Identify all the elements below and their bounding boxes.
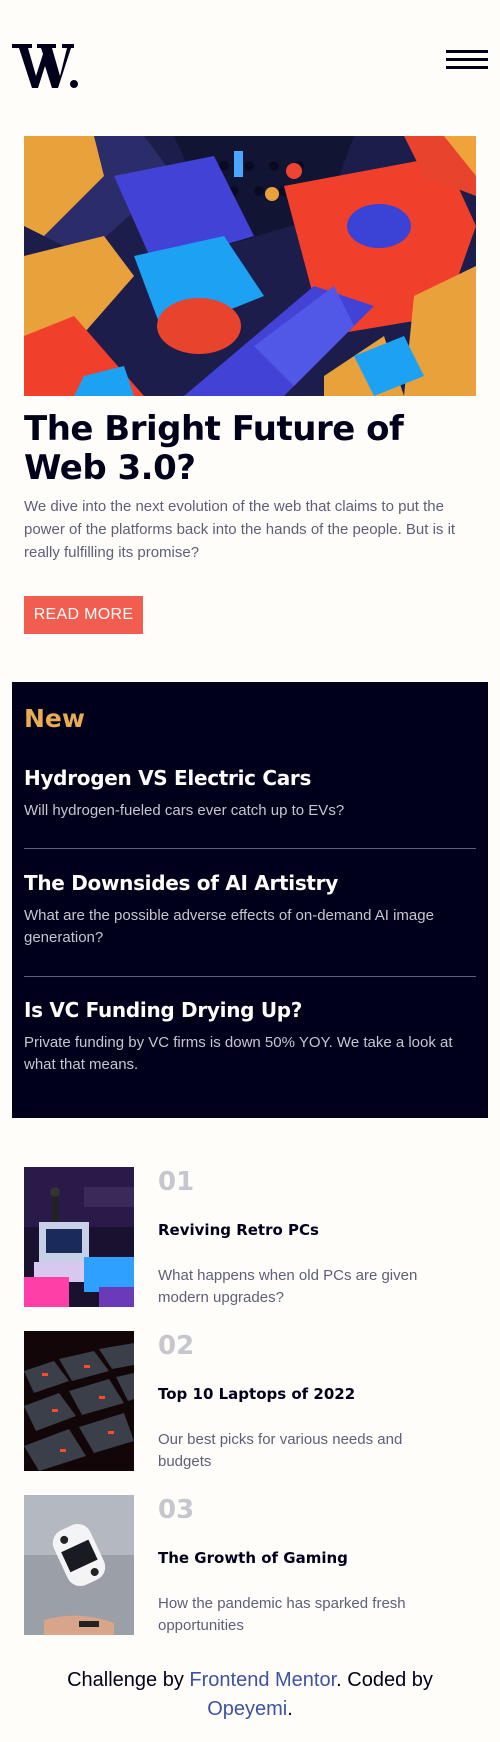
article-description: What happens when old PCs are given mode… (158, 1267, 418, 1306)
read-more-button[interactable]: READ MORE (24, 596, 143, 634)
footer-suffix: . (287, 1698, 293, 1720)
divider (24, 976, 476, 977)
new-item-title[interactable]: Hydrogen VS Electric Cars (24, 766, 476, 790)
gamepad-image (24, 1495, 134, 1635)
author-link[interactable]: Opeyemi (207, 1698, 287, 1720)
logo-w-icon (12, 44, 78, 88)
new-item-description: Will hydrogen-fueled cars ever catch up … (24, 802, 345, 819)
article-number: 01 (158, 1167, 195, 1197)
site-logo[interactable] (12, 40, 78, 92)
new-item-ai-artistry: The Downsides of AI Artistry What are th… (24, 871, 476, 949)
hamburger-menu-icon[interactable] (446, 50, 488, 72)
article-title[interactable]: The Growth of Gaming (158, 1549, 348, 1567)
site-header (0, 0, 500, 135)
new-item-description: What are the possible adverse effects of… (24, 907, 434, 946)
article-description: How the pandemic has sparked fresh oppor… (158, 1595, 406, 1634)
new-articles-panel: New Hydrogen VS Electric Cars Will hydro… (12, 682, 488, 1118)
article-number: 02 (158, 1331, 195, 1361)
article-description: Our best picks for various needs and bud… (158, 1431, 403, 1470)
keyboard-image (24, 1331, 134, 1471)
retro-pc-image (24, 1167, 134, 1307)
attribution-footer: Challenge by Frontend Mentor. Coded by O… (0, 1666, 500, 1724)
hero-image (24, 136, 476, 396)
new-item-title[interactable]: The Downsides of AI Artistry (24, 871, 476, 895)
hero-description: We dive into the next evolution of the w… (24, 498, 456, 561)
new-section-heading: New (24, 704, 85, 733)
list-item: 03 The Growth of Gaming How the pandemic… (24, 1495, 476, 1637)
article-title[interactable]: Reviving Retro PCs (158, 1221, 319, 1239)
new-item-title[interactable]: Is VC Funding Drying Up? (24, 998, 476, 1022)
new-item-hydrogen: Hydrogen VS Electric Cars Will hydrogen-… (24, 766, 476, 822)
new-item-description: Private funding by VC firms is down 50% … (24, 1034, 453, 1073)
article-number: 03 (158, 1495, 195, 1525)
article-title[interactable]: Top 10 Laptops of 2022 (158, 1385, 355, 1403)
footer-middle: . Coded by (336, 1669, 433, 1691)
list-item: 02 Top 10 Laptops of 2022 Our best picks… (24, 1331, 476, 1473)
list-item: 01 Reviving Retro PCs What happens when … (24, 1167, 476, 1309)
divider (24, 848, 476, 849)
new-item-vc-funding: Is VC Funding Drying Up? Private funding… (24, 998, 476, 1076)
hero-title: The Bright Future of Web 3.0? (24, 409, 404, 488)
frontend-mentor-link[interactable]: Frontend Mentor (189, 1669, 336, 1691)
footer-prefix: Challenge by (67, 1669, 190, 1691)
